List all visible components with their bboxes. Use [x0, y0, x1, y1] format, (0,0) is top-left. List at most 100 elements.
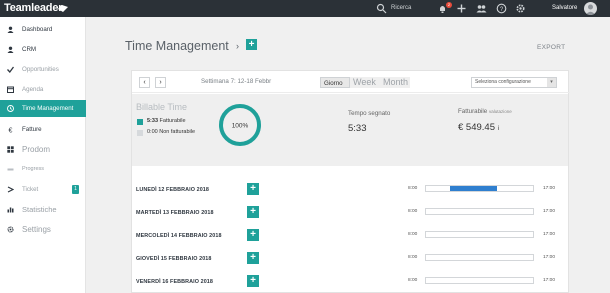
day-start-time: 8:00 [408, 209, 418, 214]
nonbillable-label: Non fatturabile [159, 129, 196, 135]
donut-percent: 100% [232, 123, 249, 130]
add-time-button[interactable]: + [246, 39, 257, 50]
title-chevron-icon: › [236, 41, 239, 51]
notification-badge: 2 [446, 2, 452, 8]
day-name: VENERDÌ 16 FEBBRAIO 2018 [136, 279, 213, 285]
sidebar-item-statistics[interactable]: Statistiche [0, 201, 86, 218]
chart-icon [7, 207, 14, 213]
billable-time-heading: Billable Time [136, 102, 188, 112]
clock-icon [7, 105, 14, 112]
gear-icon [7, 226, 14, 233]
sidebar-item-label: Settings [22, 225, 51, 234]
invoiceable-label: Fatturabile valutazione [458, 108, 512, 115]
sidebar-item-label: Opportunities [22, 66, 59, 73]
sidebar-item-time-management[interactable]: Time Management [0, 100, 86, 117]
user-name[interactable]: Salvatore [552, 0, 577, 17]
day-row: GIOVEDÌ 15 FEBBRAIO 2018 +8:00 17:00 [132, 248, 568, 271]
sidebar-item-label: CRM [22, 46, 37, 53]
add-entry-button[interactable]: + [247, 183, 259, 195]
invoiceable-sublabel: valutazione [488, 109, 512, 114]
app-logo[interactable]: Teamleader [4, 2, 63, 14]
day-start-time: 8:00 [408, 186, 418, 191]
legend-swatch-billable [137, 119, 143, 125]
next-week-button[interactable]: › [155, 77, 166, 88]
chevron-down-icon: ▾ [547, 78, 556, 87]
sidebar-item-progress[interactable]: Progress [0, 161, 86, 178]
sidebar-item-label: Ticket [22, 186, 39, 193]
sidebar-item-label: Time Management [22, 105, 74, 112]
svg-text:€: € [9, 127, 13, 133]
person-icon [7, 46, 14, 53]
day-end-time: 17:00 [543, 232, 556, 237]
day-row: MARTEDÌ 13 FEBBRAIO 2018 +8:00 17:00 [132, 202, 568, 225]
day-start-time: 8:00 [408, 255, 418, 260]
day-row: LUNEDÌ 12 FEBBRAIO 2018 +8:00 17:00 [132, 179, 568, 202]
ticket-icon [7, 186, 14, 193]
progress-icon [7, 168, 14, 171]
export-link[interactable]: EXPORT [537, 44, 565, 51]
view-month-button[interactable]: Month [380, 77, 410, 88]
sidebar-item-label: Progress [22, 166, 45, 172]
sidebar-item-label: Prodom [22, 145, 51, 154]
sidebar-item-products[interactable]: Prodom [0, 141, 86, 158]
top-bar: Teamleader Ricerca 2 ? Salvatore [0, 0, 610, 17]
day-end-time: 17:00 [543, 186, 556, 191]
day-end-time: 17:00 [543, 209, 556, 214]
sidebar-item-fatture[interactable]: € Fatture [0, 121, 86, 138]
sidebar-item-crm[interactable]: CRM [0, 41, 86, 58]
timesheet-card: ‹ › Settimana 7: 12-18 Febbr Giorno Week… [131, 70, 570, 293]
search-label[interactable]: Ricerca [391, 0, 411, 17]
day-row: VENERDÌ 16 FEBBRAIO 2018 +8:00 17:00 [132, 271, 568, 293]
check-icon [7, 66, 14, 73]
users-icon[interactable] [476, 3, 487, 14]
day-timeline[interactable] [425, 231, 534, 238]
main-content: Time Management › + EXPORT ‹ › Settimana… [86, 17, 610, 293]
billable-label: Fatturabile [159, 118, 186, 124]
view-week-button[interactable]: Week [350, 77, 380, 88]
sidebar: Dashboard CRM Opportunities Agenda Time … [0, 17, 86, 293]
logged-time-bar [449, 186, 497, 191]
day-timeline[interactable] [425, 185, 534, 192]
billable-donut-chart: 100% [219, 104, 261, 146]
nonbillable-value: 0:00 [147, 129, 158, 135]
time-logged-value: 5:33 [348, 123, 367, 134]
day-timeline[interactable] [425, 208, 534, 215]
settings-icon[interactable] [515, 3, 526, 14]
add-entry-button[interactable]: + [247, 252, 259, 264]
day-name: GIOVEDÌ 15 FEBBRAIO 2018 [136, 256, 212, 262]
day-name: LUNEDÌ 12 FEBBRAIO 2018 [136, 187, 209, 193]
billable-value: 5:33 [147, 118, 159, 124]
day-start-time: 8:00 [408, 232, 418, 237]
day-timeline[interactable] [425, 277, 534, 284]
sidebar-item-label: Agenda [22, 86, 44, 93]
sidebar-item-ticket[interactable]: Ticket 1 [0, 181, 86, 198]
sidebar-item-label: Dashboard [22, 26, 53, 33]
add-entry-button[interactable]: + [247, 275, 259, 287]
grid-icon [7, 146, 14, 153]
plus-icon[interactable] [456, 3, 467, 14]
help-icon[interactable]: ? [496, 3, 507, 14]
info-icon[interactable]: i [498, 126, 499, 132]
day-row: MERCOLEDÌ 14 FEBBRAIO 2018 +8:00 17:00 [132, 225, 568, 248]
sidebar-item-dashboard[interactable]: Dashboard [0, 21, 86, 38]
ticket-count-badge: 1 [72, 185, 79, 194]
configuration-select[interactable]: Seleziona configurazione ▾ [471, 77, 557, 88]
search-icon[interactable] [376, 3, 387, 14]
day-timeline[interactable] [425, 254, 534, 261]
summary-panel: Billable Time 5:33 Fatturabile 0:00 Non … [132, 94, 568, 166]
calendar-icon [7, 86, 14, 93]
week-label: Settimana 7: 12-18 Febbr [201, 78, 272, 85]
add-entry-button[interactable]: + [247, 206, 259, 218]
avatar[interactable] [584, 2, 597, 15]
day-start-time: 8:00 [408, 278, 418, 283]
day-end-time: 17:00 [543, 278, 556, 283]
sidebar-item-agenda[interactable]: Agenda [0, 81, 86, 98]
configuration-select-value: Seleziona configurazione [475, 79, 531, 85]
sidebar-item-settings[interactable]: Settings [0, 221, 86, 238]
add-entry-button[interactable]: + [247, 229, 259, 241]
sidebar-item-opportunities[interactable]: Opportunities [0, 61, 86, 78]
view-day-button[interactable]: Giorno [320, 77, 350, 88]
legend-swatch-nonbillable [137, 130, 143, 136]
previous-week-button[interactable]: ‹ [139, 77, 150, 88]
avatar-person-icon [585, 4, 596, 15]
